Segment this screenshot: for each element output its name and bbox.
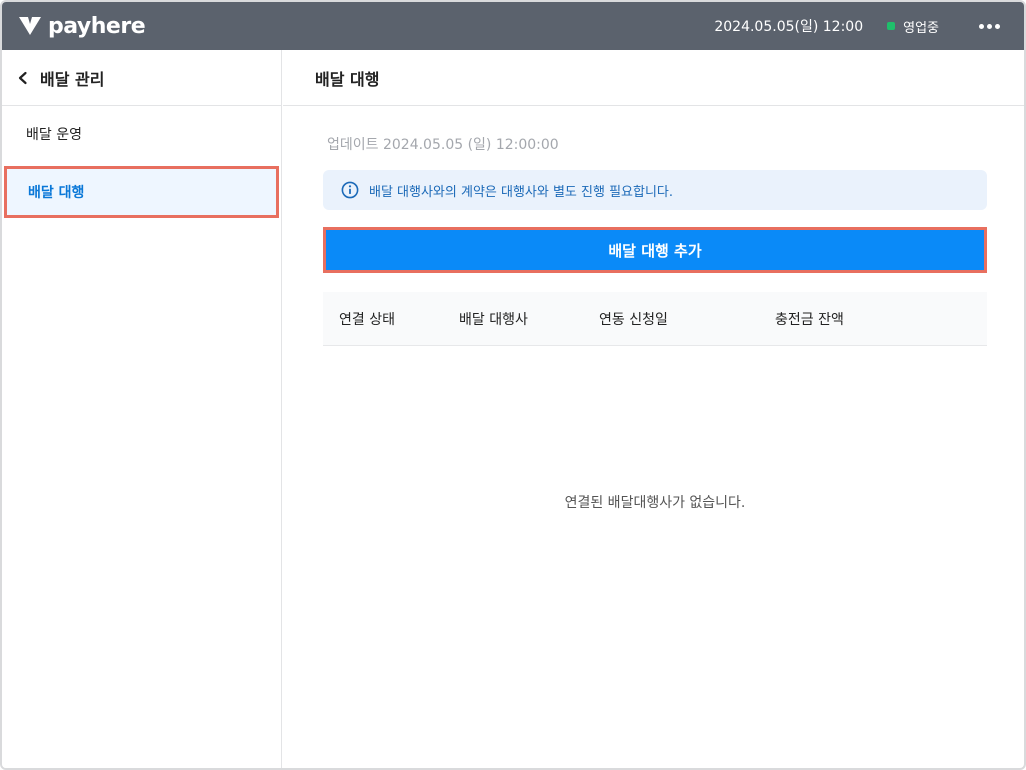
current-datetime: 2024.05.05(일) 12:00 — [714, 19, 864, 35]
column-header: 배달 대행사 — [459, 312, 528, 328]
main-header: 배달 대행 — [283, 50, 1024, 106]
empty-state-message: 연결된 배달대행사가 없습니다. — [564, 495, 746, 511]
column-header: 연결 상태 — [339, 312, 395, 328]
sidebar-item-label: 배달 대행 — [28, 185, 85, 201]
status-dot-icon — [887, 22, 896, 30]
sidebar-item-delivery-operation[interactable]: 배달 운영 — [2, 106, 281, 162]
payhere-logo: payhere — [18, 13, 146, 39]
top-bar: payhere 2024.05.05(일) 12:00 영업중 — [2, 2, 1024, 50]
notice-text: 배달 대행사와의 계약은 대행사와 별도 진행 필요합니다. — [369, 184, 674, 200]
sidebar-title: 배달 관리 — [40, 69, 105, 89]
chevron-left-icon — [18, 71, 27, 84]
more-horizontal-icon — [979, 23, 984, 29]
more-menu-button[interactable] — [979, 23, 1000, 29]
payhere-logo-icon — [19, 17, 41, 35]
column-header: 연동 신청일 — [599, 312, 668, 328]
store-status: 영업중 — [887, 17, 939, 36]
main-content: 배달 대행 업데이트 2024.05.05 (일) 12:00:00 배달 대행… — [283, 50, 1024, 768]
add-delivery-agency-button[interactable]: 배달 대행 추가 — [323, 227, 987, 273]
app-window: payhere 2024.05.05(일) 12:00 영업중 배달 관리 배달… — [0, 0, 1026, 770]
store-status-label: 영업중 — [903, 20, 939, 36]
sidebar-item-delivery-agency[interactable]: 배달 대행 — [4, 166, 279, 218]
sidebar-back-button[interactable]: 배달 관리 — [2, 50, 281, 106]
brand-name: payhere — [48, 13, 146, 39]
info-icon — [341, 181, 359, 199]
sidebar: 배달 관리 배달 운영 배달 대행 — [2, 50, 282, 768]
page-title: 배달 대행 — [315, 69, 380, 89]
info-notice: 배달 대행사와의 계약은 대행사와 별도 진행 필요합니다. — [323, 170, 987, 210]
update-timestamp: 업데이트 2024.05.05 (일) 12:00:00 — [327, 137, 559, 153]
table-header: 연결 상태 배달 대행사 연동 신청일 충전금 잔액 — [323, 292, 987, 346]
sidebar-item-label: 배달 운영 — [26, 127, 82, 143]
column-header: 충전금 잔액 — [775, 312, 844, 328]
